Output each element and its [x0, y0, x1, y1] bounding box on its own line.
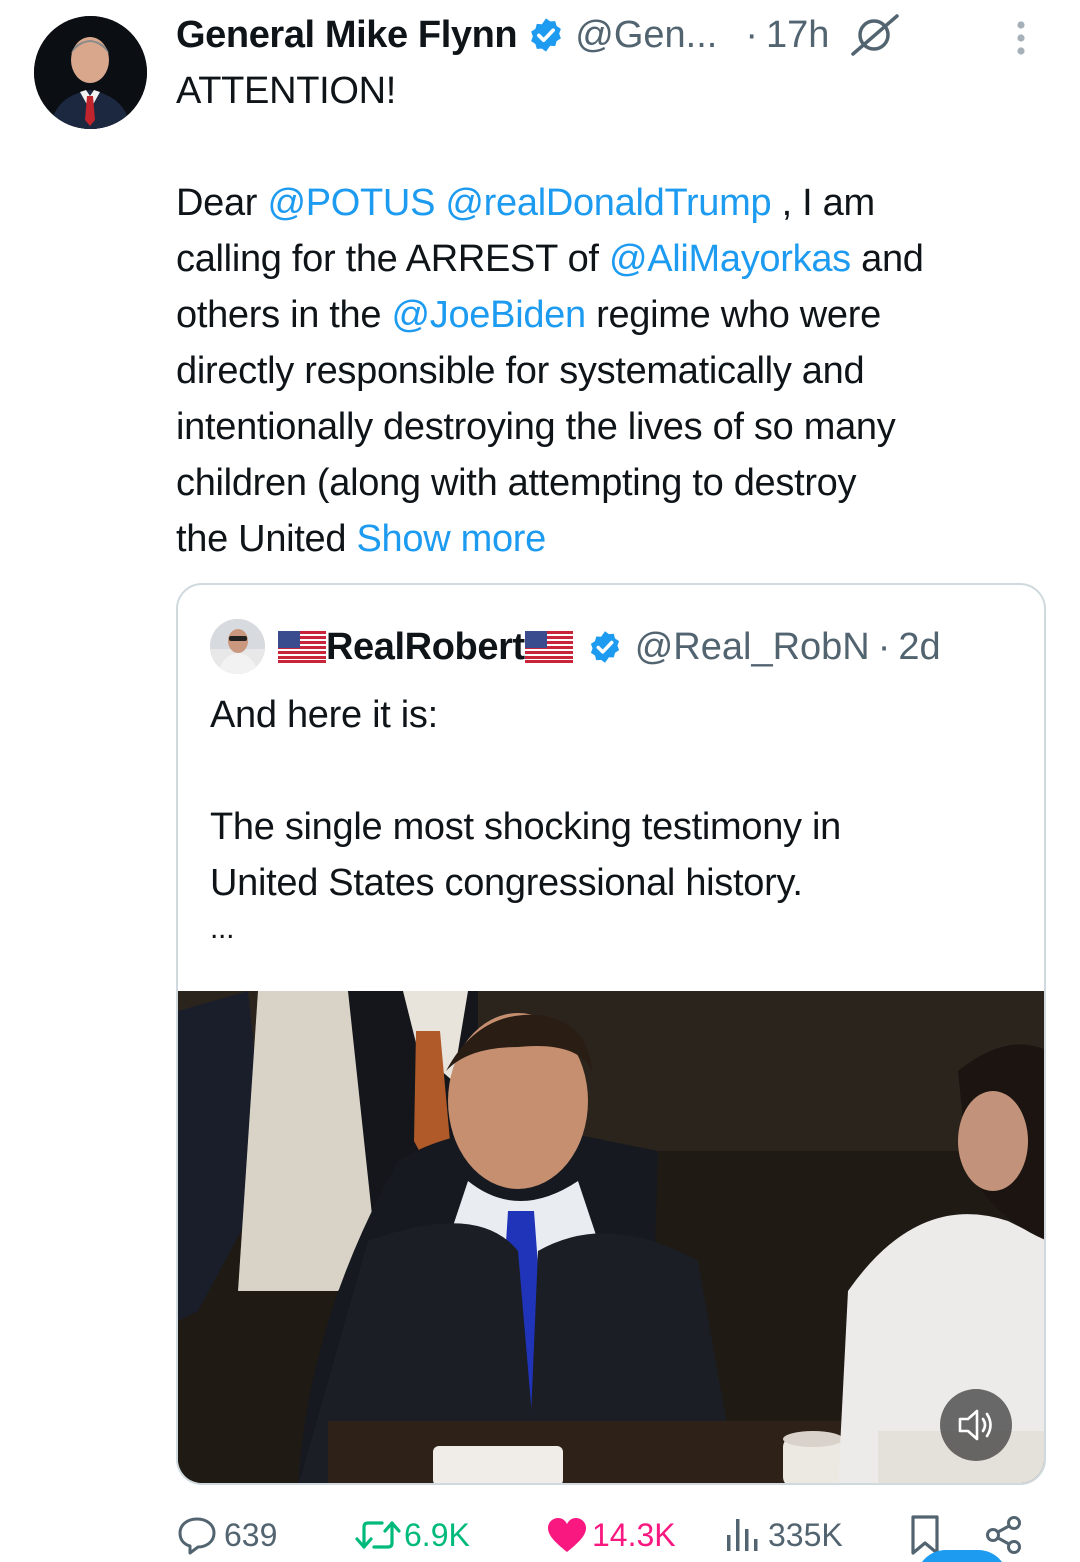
author-name[interactable]: General Mike Flynn — [176, 14, 518, 57]
tweet-text-line: ATTENTION! — [176, 70, 397, 112]
quote-text-line: The single most shocking testimony in — [210, 806, 841, 848]
quote-text-line: And here it is: — [210, 694, 438, 736]
more-options-icon[interactable] — [1006, 18, 1036, 58]
action-bar: 639 6.9K 14.3K 335K — [176, 1508, 1056, 1562]
mention-joebiden[interactable]: @JoeBiden — [392, 294, 587, 336]
us-flag-icon — [524, 631, 573, 663]
grok-icon[interactable] — [849, 12, 903, 58]
video-player[interactable] — [178, 991, 1044, 1483]
quote-text-line: United States congressional history. — [210, 862, 803, 904]
time-separator: · — [745, 13, 758, 56]
us-flag-icon — [278, 631, 326, 663]
tweet-text-line: children (along with attempting to destr… — [176, 462, 857, 504]
bookmark-icon — [911, 1515, 939, 1555]
tweet-text-line: calling for the ARREST of @AliMayorkas a… — [176, 238, 924, 280]
mention-potus[interactable]: @POTUS — [267, 182, 435, 224]
speaker-icon — [958, 1409, 992, 1441]
show-more-link[interactable]: Show more — [356, 518, 546, 560]
tweet-header: General Mike Flynn @Gen... · 17h — [176, 12, 903, 58]
quote-time-separator: · — [877, 625, 891, 668]
verified-badge-icon — [590, 631, 619, 663]
reply-count: 639 — [224, 1516, 278, 1553]
verified-badge-icon — [531, 18, 562, 52]
share-icon — [986, 1516, 1021, 1554]
like-count: 14.3K — [592, 1516, 676, 1553]
like-button[interactable]: 14.3K — [546, 1508, 676, 1562]
reply-icon — [178, 1517, 216, 1555]
tweet-text-line: others in the @JoeBiden regime who were — [176, 294, 881, 336]
author-handle[interactable]: @Gen... — [575, 14, 717, 57]
author-avatar[interactable] — [34, 16, 147, 129]
tweet-time[interactable]: 17h — [766, 14, 829, 57]
quote-time[interactable]: 2d — [898, 626, 940, 669]
mention-realdonaldtrump[interactable]: @realDonaldTrump — [445, 182, 771, 224]
quoted-tweet[interactable]: RealRobert @Real_RobN · 2d And here it i… — [176, 583, 1046, 1485]
heart-icon — [548, 1518, 586, 1552]
sound-toggle-button[interactable] — [940, 1389, 1012, 1461]
quote-ellipsis: ... — [210, 912, 235, 945]
tweet-text-line: directly responsible for systematically … — [176, 350, 865, 392]
quote-header: RealRobert @Real_RobN · 2d — [278, 621, 941, 673]
repost-icon — [355, 1521, 401, 1549]
tweet-text-line: intentionally destroying the lives of so… — [176, 406, 896, 448]
mention-alimayorkas[interactable]: @AliMayorkas — [609, 238, 851, 280]
views-icon — [727, 1519, 758, 1551]
quote-author-avatar[interactable] — [210, 619, 265, 674]
views-count: 335K — [768, 1516, 843, 1553]
tweet-text-line: Dear @POTUS @realDonaldTrump , I am — [176, 182, 875, 224]
repost-count: 6.9K — [404, 1516, 470, 1553]
quote-author-name[interactable]: RealRobert — [326, 626, 525, 669]
repost-button[interactable]: 6.9K — [354, 1508, 470, 1562]
views-button[interactable]: 335K — [724, 1508, 843, 1562]
reply-button[interactable]: 639 — [176, 1508, 277, 1562]
quote-author-handle[interactable]: @Real_RobN — [635, 626, 870, 669]
video-frame — [178, 991, 1044, 1483]
tweet-text-line: the United Show more — [176, 518, 546, 560]
